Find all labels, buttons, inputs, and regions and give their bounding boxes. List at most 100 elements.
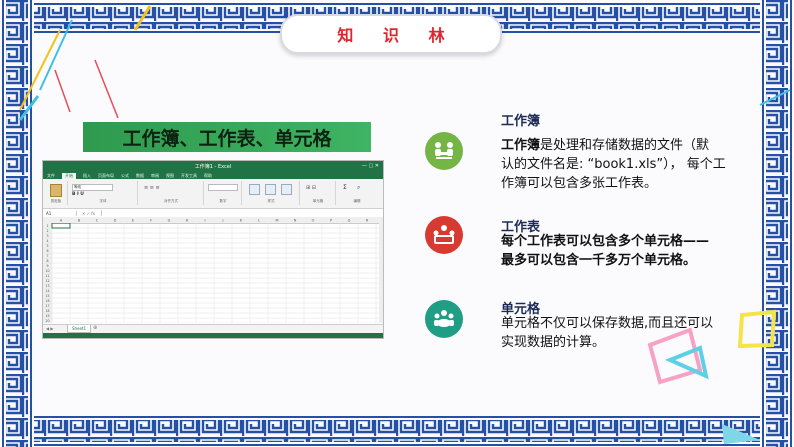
column-header[interactable]: M [275, 219, 278, 223]
tab-formulas[interactable]: 公式 [121, 173, 129, 179]
row-header[interactable]: 9 [46, 264, 48, 268]
ribbon-group-clipboard[interactable]: 剪贴板 [45, 181, 68, 205]
group-label: 字体 [99, 199, 107, 203]
name-box[interactable]: A1 [43, 210, 77, 216]
formula-input[interactable] [101, 210, 383, 216]
window-controls-icon[interactable]: — ▢ ✕ [362, 163, 379, 169]
row-header[interactable]: 20 [45, 319, 49, 323]
excel-window-title: 工作簿1 - Excel [194, 164, 232, 170]
item-1-body: 工作簿是处理和存储数据的文件（默 认的文件名是: “book1.xls”）， 每… [501, 136, 751, 193]
meeting-icon [433, 225, 455, 244]
group-label: 编辑 [353, 199, 361, 203]
row-header[interactable]: 17 [45, 304, 49, 308]
tab-home[interactable]: 开始 [62, 172, 76, 179]
item-1-lead: 工作簿 [501, 138, 541, 153]
column-header[interactable]: G [168, 219, 171, 223]
sheet-tab[interactable]: Sheet1 [67, 325, 91, 333]
ribbon-group-editing[interactable]: Σ ⌕ 编辑 [337, 181, 377, 205]
ribbon-group-number[interactable]: 数字 [205, 181, 242, 205]
sheet-nav-icon[interactable]: ◀ ▶ [46, 326, 53, 331]
conditional-format-icon[interactable] [249, 184, 260, 195]
insert-delete-icon[interactable]: ⊞ ⊟ [306, 185, 316, 191]
excel-title-bar: 工作簿1 - Excel — ▢ ✕ [43, 161, 383, 172]
item-2-icon-circle [425, 216, 463, 254]
row-header[interactable]: 14 [45, 289, 49, 293]
row-header[interactable]: 12 [45, 279, 49, 283]
column-header[interactable]: I [204, 219, 205, 223]
row-header[interactable]: 10 [45, 269, 49, 273]
item-2-body: 每个工作表可以包含多个单元格—— 最多可以包含一千多万个单元格。 [501, 232, 761, 270]
row-header[interactable]: 11 [45, 274, 49, 278]
selected-cell[interactable] [51, 223, 71, 229]
ribbon-group-styles[interactable]: 样式 [243, 181, 300, 205]
column-header[interactable]: E [132, 219, 134, 223]
column-header[interactable]: B [78, 219, 81, 223]
ribbon-group-font[interactable]: 等线 B I U 字体 [69, 181, 138, 205]
column-header[interactable]: O [312, 219, 315, 223]
row-header[interactable]: 4 [46, 239, 48, 243]
add-sheet-icon[interactable]: ⊕ [93, 325, 97, 331]
row-header[interactable]: 18 [45, 309, 49, 313]
tab-page-layout[interactable]: 页面布局 [98, 173, 114, 179]
cell-styles-icon[interactable] [281, 184, 292, 195]
row-header[interactable]: 1 [46, 224, 48, 228]
find-icon[interactable]: ⌕ [357, 184, 360, 192]
column-header[interactable]: H [186, 219, 189, 223]
item-1-line1: 是处理和存储数据的文件（默 [540, 138, 710, 153]
vertical-scrollbar[interactable] [379, 223, 383, 323]
column-header[interactable]: Q [348, 219, 351, 223]
tab-data[interactable]: 数据 [136, 173, 144, 179]
group-label: 样式 [267, 199, 275, 203]
number-format-box[interactable] [208, 184, 238, 191]
tab-review[interactable]: 审阅 [151, 173, 159, 179]
item-3-icon-circle [425, 300, 463, 338]
column-header[interactable]: P [330, 219, 332, 223]
tab-view[interactable]: 视图 [166, 173, 174, 179]
formula-buttons-icon[interactable]: ✕ ✓ fx [82, 211, 95, 216]
font-name-box[interactable]: 等线 [72, 184, 113, 191]
row-header[interactable]: 2 [46, 229, 48, 233]
tab-developer[interactable]: 开发工具 [181, 173, 197, 179]
column-header[interactable]: L [258, 219, 260, 223]
paste-icon [50, 184, 62, 197]
row-header[interactable]: 8 [46, 259, 48, 263]
group-label: 剪贴板 [50, 199, 62, 203]
group-label: 对齐方式 [164, 199, 178, 203]
column-header[interactable]: C [96, 219, 99, 223]
title-pill: 知 识 林 [280, 14, 502, 54]
column-header[interactable]: N [294, 219, 297, 223]
row-header[interactable]: 13 [45, 284, 49, 288]
column-header[interactable]: R [366, 219, 369, 223]
cell-grid[interactable]: 1234567891011121314151617181920 [43, 223, 379, 323]
tab-help[interactable]: 帮助 [204, 173, 212, 179]
page-title: 知 识 林 [337, 26, 457, 45]
row-header[interactable]: 19 [45, 314, 49, 318]
tab-insert[interactable]: 插入 [83, 173, 91, 179]
row-header[interactable]: 5 [46, 244, 48, 248]
tab-file[interactable]: 文件 [47, 173, 55, 179]
item-1-icon-circle [425, 132, 463, 170]
row-header[interactable]: 16 [45, 299, 49, 303]
column-header[interactable]: D [114, 219, 117, 223]
sheet-tab-bar: ◀ ▶ Sheet1 ⊕ [43, 324, 383, 333]
item-1-line2: 认的文件名是: “book1.xls”）， 每个工 [501, 157, 726, 172]
people-icon [435, 142, 453, 159]
align-icon[interactable]: ≡ ≡ ≡ [144, 185, 160, 191]
column-header[interactable]: K [240, 219, 243, 223]
column-header[interactable]: F [150, 219, 152, 223]
row-header[interactable]: 15 [45, 294, 49, 298]
item-3-body: 单元格不仅可以保存数据,而且还可以 实现数据的计算。 [501, 314, 761, 352]
row-header[interactable]: 6 [46, 249, 48, 253]
column-header[interactable]: A [60, 219, 63, 223]
excel-ribbon-tabs: 文件 开始 插入 页面布局 公式 数据 审阅 视图 开发工具 帮助 [43, 172, 383, 179]
ribbon-group-cells[interactable]: ⊞ ⊟ 单元格 [301, 181, 336, 205]
row-header[interactable]: 7 [46, 254, 48, 258]
ribbon-group-alignment[interactable]: ≡ ≡ ≡ 对齐方式 [139, 181, 204, 205]
sum-icon[interactable]: Σ [343, 184, 347, 191]
right-border-pattern [760, 0, 794, 447]
table-format-icon[interactable] [265, 184, 276, 195]
row-header[interactable]: 3 [46, 234, 48, 238]
excel-ribbon: 剪贴板 等线 B I U 字体 ≡ ≡ ≡ 对齐方式 数字 样式 ⊞ ⊟ 单元格… [43, 179, 383, 209]
bold-italic-underline-icon[interactable]: B I U [72, 192, 84, 197]
column-header[interactable]: J [221, 219, 223, 223]
